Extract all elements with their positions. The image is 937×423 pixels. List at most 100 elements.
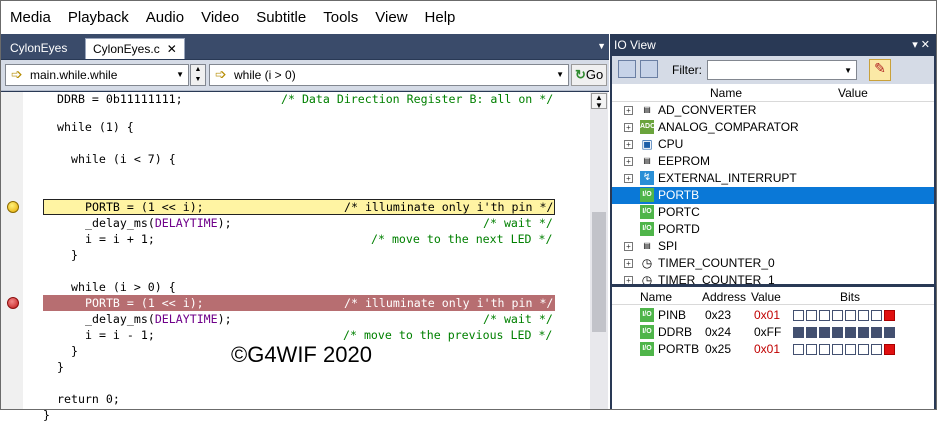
current-breakpoint-icon[interactable] bbox=[7, 201, 19, 213]
tab-cyloneyes-c[interactable]: CylonEyes.c ✕ bbox=[85, 38, 185, 59]
breakpoint-icon[interactable] bbox=[7, 297, 19, 309]
vertical-scrollbar[interactable]: ▲ ▼ bbox=[590, 92, 608, 409]
clock-icon: ◷ bbox=[641, 256, 653, 270]
clear-filter-brush-icon[interactable]: ✎ bbox=[869, 59, 891, 81]
bit-cell[interactable] bbox=[806, 310, 817, 321]
scope-combo[interactable]: ➩ main.while.while ▼ bbox=[5, 64, 189, 86]
tree-item-analog-comparator[interactable]: + ADC DAC ANALOG_COMPARATOR bbox=[612, 119, 934, 144]
copyright-watermark: ©G4WIF 2020 bbox=[231, 342, 372, 367]
scope-spinner[interactable]: ▲ ▼ bbox=[190, 64, 206, 86]
bit-cell[interactable] bbox=[884, 310, 895, 321]
scroll-split-icon[interactable]: ▲ ▼ bbox=[591, 93, 607, 110]
register-row-portb[interactable]: I/O PORTB 0x25 0x01 bbox=[612, 341, 934, 358]
breakpoint-gutter[interactable] bbox=[1, 92, 23, 409]
header-name: Name bbox=[710, 86, 743, 100]
editor-pane: CylonEyes CylonEyes.c ✕ ▼ ➩ main.while.wh… bbox=[1, 34, 609, 422]
tree-item-external-interrupt[interactable]: + ↯ EXTERNAL_INTERRUPT bbox=[612, 170, 934, 187]
bit-cell[interactable] bbox=[845, 327, 856, 338]
register-table[interactable]: Name Address Value Bits I/O PINB 0x23 0x… bbox=[612, 287, 934, 409]
chevron-down-icon[interactable]: ▼ bbox=[597, 41, 606, 51]
tree-item-portb[interactable]: I/O PORTB bbox=[612, 187, 934, 204]
tree-item-spi[interactable]: + ▤ SPI bbox=[612, 238, 934, 255]
bit-cell[interactable] bbox=[806, 344, 817, 355]
expand-icon[interactable]: + bbox=[624, 276, 633, 284]
menu-view[interactable]: View bbox=[375, 9, 407, 26]
bit-cell[interactable] bbox=[832, 344, 843, 355]
register-row-ddrb[interactable]: I/O DDRB 0x24 0xFF bbox=[612, 324, 934, 341]
tree-header: Name Value bbox=[612, 84, 934, 102]
register-row-pinb[interactable]: I/O PINB 0x23 0x01 bbox=[612, 307, 934, 324]
menu-help[interactable]: Help bbox=[425, 9, 456, 26]
bit-cell[interactable] bbox=[793, 344, 804, 355]
code-line: while (i > 0) { bbox=[71, 280, 176, 294]
bit-cell[interactable] bbox=[871, 310, 882, 321]
menu-video[interactable]: Video bbox=[201, 9, 239, 26]
view-grid-icon[interactable] bbox=[618, 60, 636, 78]
bit-cell[interactable] bbox=[858, 310, 869, 321]
go-button[interactable]: ↻Go bbox=[571, 64, 607, 86]
tree-item-timer-counter-0[interactable]: + ◷ TIMER_COUNTER_0 bbox=[612, 255, 934, 272]
chevron-down-icon[interactable]: ▼ bbox=[844, 66, 852, 75]
code-line: } bbox=[71, 248, 78, 262]
io-tree[interactable]: Name Value + ▤ AD_CONVERTER + ADC DAC AN… bbox=[612, 84, 934, 284]
io-icon: I/O bbox=[640, 205, 654, 219]
header-value: Value bbox=[838, 86, 868, 100]
io-icon: I/O bbox=[640, 325, 654, 339]
code-line: return 0; bbox=[57, 392, 120, 406]
tab-cyloneyes-project[interactable]: CylonEyes bbox=[3, 38, 74, 59]
bit-cell[interactable] bbox=[819, 327, 830, 338]
bit-cell[interactable] bbox=[832, 310, 843, 321]
expand-icon[interactable]: + bbox=[624, 123, 633, 132]
scrollbar-thumb[interactable] bbox=[592, 212, 606, 332]
view-list-icon[interactable] bbox=[640, 60, 658, 78]
bit-cell[interactable] bbox=[819, 310, 830, 321]
menu-tools[interactable]: Tools bbox=[323, 9, 358, 26]
expand-icon[interactable]: + bbox=[624, 140, 633, 149]
tree-item-label: CPU bbox=[658, 137, 684, 151]
bit-cell[interactable] bbox=[858, 327, 869, 338]
tree-item-label: ANALOG_COMPARATOR bbox=[658, 120, 799, 134]
bit-cell[interactable] bbox=[793, 327, 804, 338]
tree-item-portc[interactable]: I/O PORTC bbox=[612, 204, 934, 221]
expand-icon[interactable]: + bbox=[624, 242, 633, 251]
code-editor[interactable]: DDRB = 0b11111111;/* Data Direction Regi… bbox=[1, 92, 609, 422]
bit-cell[interactable] bbox=[806, 327, 817, 338]
menu-subtitle[interactable]: Subtitle bbox=[256, 9, 306, 26]
bit-cell[interactable] bbox=[845, 310, 856, 321]
tree-item-timer-counter-1[interactable]: + ◷ TIMER_COUNTER_1 bbox=[612, 272, 934, 284]
expand-icon[interactable]: + bbox=[624, 106, 633, 115]
tree-item-cpu[interactable]: + ▣ CPU bbox=[612, 136, 934, 153]
menu-playback[interactable]: Playback bbox=[68, 9, 129, 26]
tree-item-ad-converter[interactable]: + ▤ AD_CONVERTER bbox=[612, 102, 934, 119]
bit-cell[interactable] bbox=[871, 344, 882, 355]
function-combo[interactable]: ➩ while (i > 0) ▼ bbox=[209, 64, 569, 86]
bit-cell[interactable] bbox=[884, 344, 895, 355]
register-bits bbox=[793, 344, 897, 355]
tree-item-eeprom[interactable]: + ▤ EEPROM bbox=[612, 153, 934, 170]
register-bits bbox=[793, 310, 897, 321]
bit-cell[interactable] bbox=[819, 344, 830, 355]
bit-cell[interactable] bbox=[858, 344, 869, 355]
bit-cell[interactable] bbox=[871, 327, 882, 338]
expand-icon[interactable]: + bbox=[624, 259, 633, 268]
tree-item-portd[interactable]: I/O PORTD bbox=[612, 221, 934, 238]
expand-icon[interactable]: + bbox=[624, 174, 633, 183]
io-view-panel: IO View ▾ ✕ Filter: ▼ ✎ Name Value + ▤ A… bbox=[610, 34, 936, 409]
close-icon[interactable]: ✕ bbox=[167, 42, 177, 56]
code-line: PORTB = (1 << i);/* illuminate only i'th… bbox=[85, 296, 554, 310]
bit-cell[interactable] bbox=[845, 344, 856, 355]
expand-icon[interactable]: + bbox=[624, 157, 633, 166]
panel-options-icon[interactable]: ▾ ✕ bbox=[912, 38, 930, 51]
filter-input[interactable]: ▼ bbox=[707, 60, 857, 80]
chevron-down-icon[interactable]: ▼ bbox=[176, 70, 184, 79]
menu-media[interactable]: Media bbox=[10, 9, 51, 26]
register-header: Name Address Value Bits bbox=[612, 287, 934, 305]
chevron-down-icon[interactable]: ▼ bbox=[556, 70, 564, 79]
register-value: 0x01 bbox=[754, 308, 781, 322]
bit-cell[interactable] bbox=[884, 327, 895, 338]
menu-audio[interactable]: Audio bbox=[146, 9, 184, 26]
panel-title: IO View bbox=[614, 38, 656, 52]
bit-cell[interactable] bbox=[832, 327, 843, 338]
bit-cell[interactable] bbox=[793, 310, 804, 321]
tree-item-label: PORTB bbox=[658, 188, 700, 202]
